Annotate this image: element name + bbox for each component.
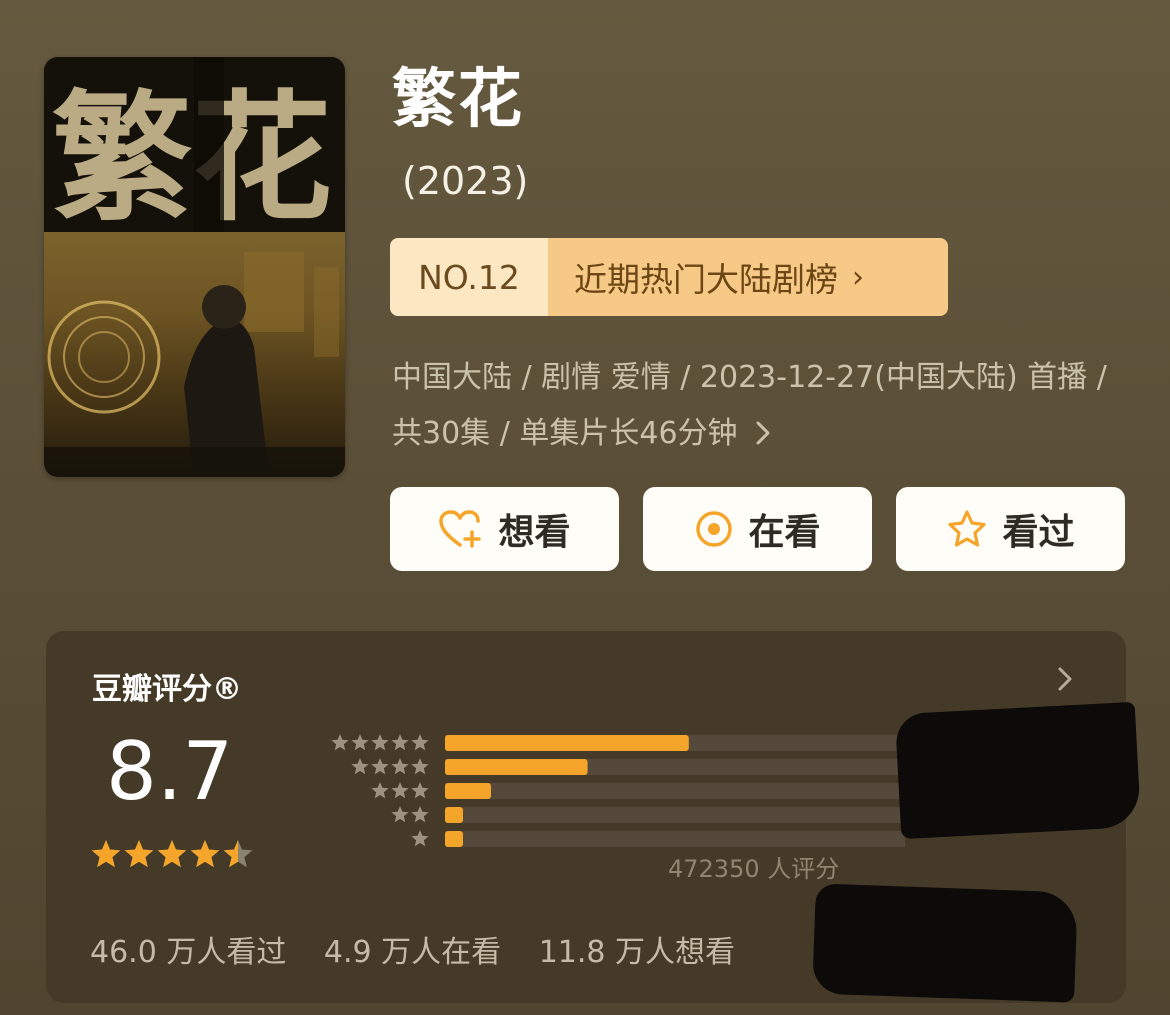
release-year: (2023) (402, 159, 529, 203)
watched-count: 46.0 万人看过 (90, 935, 287, 970)
page-title: 繁花 (392, 63, 524, 137)
rank-list-link[interactable]: 近期热门大陆剧榜 › (548, 238, 948, 316)
ranking-badge[interactable]: NO.12 近期热门大陆剧榜 › (390, 238, 948, 316)
rating-title: 豆瓣评分® (92, 672, 242, 707)
distribution-bar-5-star (445, 735, 689, 751)
rating-star-filled (157, 840, 187, 868)
redaction-mark (812, 883, 1078, 1003)
rating-stars (91, 840, 253, 868)
want-to-watch-label: 想看 (498, 512, 571, 553)
watched-button[interactable]: 看过 (896, 487, 1125, 571)
rating-star-filled (190, 840, 220, 868)
distribution-bar-1-star (445, 831, 463, 847)
poster-title-art: 繁花 (52, 77, 332, 241)
distribution-star-icon (391, 806, 409, 823)
rank-list-name: 近期热门大陆剧榜 (574, 260, 838, 299)
rank-number: NO.12 (390, 238, 548, 316)
movie-meta-info[interactable]: 中国大陆 / 剧情 爱情 / 2023-12-27(中国大陆) 首播 / 共30… (392, 350, 1122, 462)
redaction-mark (894, 701, 1142, 840)
distribution-star-icon (391, 734, 409, 751)
distribution-star-icon (411, 806, 429, 823)
chevron-right-icon[interactable] (1056, 663, 1074, 701)
distribution-star-icon (411, 758, 429, 775)
rating-distribution (331, 734, 905, 847)
want-to-watch-button[interactable]: 想看 (390, 487, 619, 571)
distribution-star-icon (391, 782, 409, 799)
rating-star-filled (124, 840, 154, 868)
distribution-star-icon (411, 830, 429, 847)
distribution-track (445, 831, 905, 847)
chevron-right-icon (747, 416, 773, 451)
distribution-star-icon (371, 782, 389, 799)
rating-star-filled (91, 840, 121, 868)
distribution-track (445, 807, 905, 823)
distribution-star-icon (411, 734, 429, 751)
distribution-star-icon (351, 758, 369, 775)
heart-plus-icon (438, 509, 484, 549)
distribution-bar-2-star (445, 807, 463, 823)
distribution-star-icon (351, 734, 369, 751)
distribution-star-icon (331, 734, 349, 751)
distribution-star-icon (411, 782, 429, 799)
watch-stats: 46.0 万人看过 4.9 万人在看 11.8 万人想看 (90, 927, 763, 971)
distribution-bar-3-star (445, 783, 491, 799)
distribution-star-icon (371, 734, 389, 751)
distribution-star-icon (371, 758, 389, 775)
star-outline-icon (946, 509, 988, 549)
watching-count: 4.9 万人在看 (323, 935, 502, 970)
watching-button[interactable]: 在看 (643, 487, 872, 571)
chevron-right-icon: › (852, 259, 864, 295)
distribution-track (445, 783, 905, 799)
target-circle-icon (694, 509, 734, 549)
watching-label: 在看 (748, 512, 821, 553)
want-count: 11.8 万人想看 (538, 935, 736, 970)
distribution-star-icon (391, 758, 409, 775)
rating-count: 472350 人评分 (668, 855, 840, 883)
distribution-bar-4-star (445, 759, 588, 775)
poster-image[interactable]: 繁花 (44, 57, 345, 477)
watched-label: 看过 (1002, 512, 1075, 553)
rating-score: 8.7 (106, 725, 234, 818)
